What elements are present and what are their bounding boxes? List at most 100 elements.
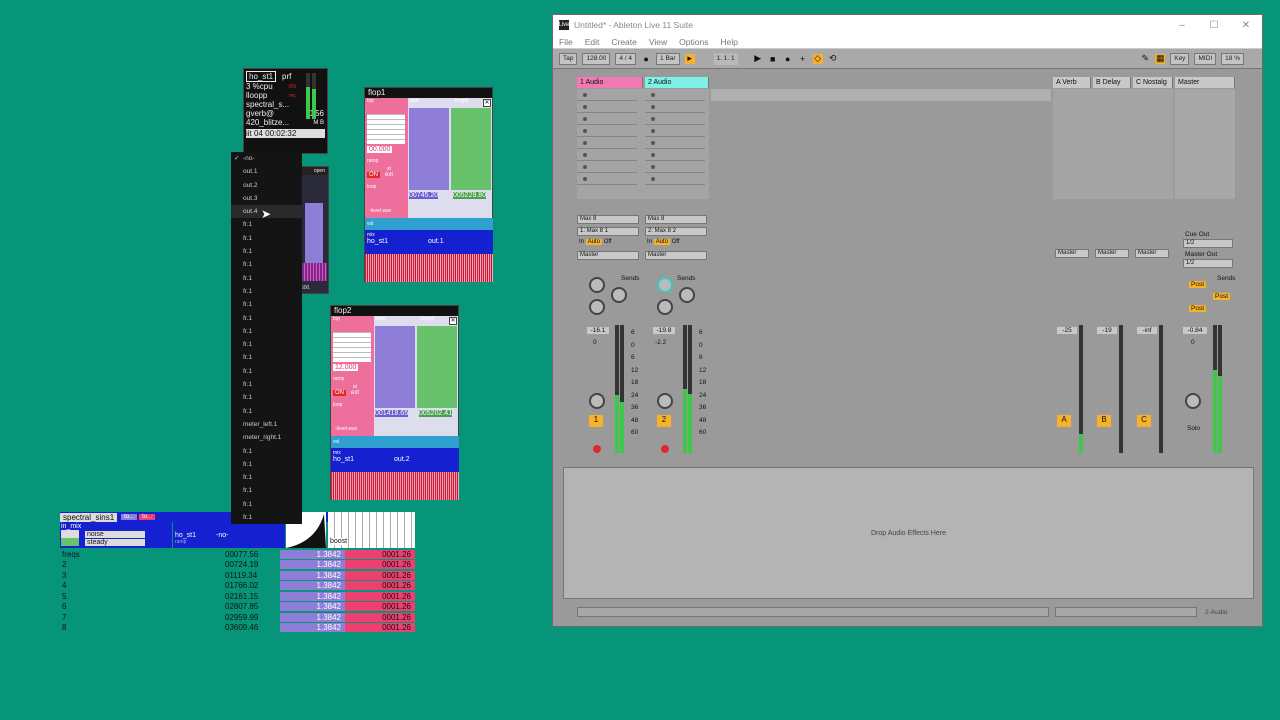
metronome-icon[interactable]: ● (641, 54, 651, 64)
cpu-toggle[interactable]: ON (289, 84, 297, 90)
input-type-select-2[interactable]: Max 8 (645, 215, 707, 224)
boost-value[interactable]: 0001.26 (345, 570, 415, 580)
clip-slot[interactable] (577, 173, 637, 185)
rec-button[interactable]: rec (289, 93, 296, 99)
horizontal-scrollbar[interactable] (577, 607, 1049, 617)
arm-button-2[interactable] (661, 445, 669, 453)
amp-value[interactable]: 1.3842 (280, 602, 345, 612)
clip-slot[interactable] (645, 149, 705, 161)
monitor-in[interactable]: In (647, 239, 652, 245)
monitor-in[interactable]: In (579, 239, 584, 245)
clip-slot[interactable] (577, 113, 637, 125)
menu-item[interactable]: fr.1 (231, 312, 302, 325)
menu-options[interactable]: Options (679, 37, 708, 47)
flop2-value[interactable]: 12.000 (333, 364, 359, 371)
amp-value[interactable]: 1.3842 (280, 623, 345, 633)
track-pan-knob-1[interactable] (589, 393, 605, 409)
track-volume-2[interactable]: -19.8 (653, 327, 675, 334)
output-select-1[interactable]: Master (577, 251, 639, 260)
master-pan-knob[interactable] (1185, 393, 1201, 409)
menu-item[interactable]: fr.1 (231, 458, 302, 471)
return-output-b[interactable]: Master (1095, 249, 1129, 258)
flop2-length-slider[interactable] (417, 326, 457, 408)
cue-out-select[interactable]: 1/2 (1183, 239, 1233, 248)
return-activator-c[interactable]: C (1137, 415, 1151, 427)
menu-item[interactable]: fr.1 (231, 511, 302, 524)
menu-item[interactable]: fr.1 (231, 298, 302, 311)
clip-slot[interactable] (577, 125, 637, 137)
clip-slot[interactable] (645, 137, 705, 149)
send-b-knob[interactable] (611, 287, 627, 303)
menu-item[interactable]: fr.1 (231, 258, 302, 271)
return-header-b[interactable]: B Delay (1093, 77, 1131, 88)
menu-item[interactable]: out.2 (231, 179, 302, 192)
flop1-grid[interactable] (367, 114, 405, 144)
detail-scrollbar[interactable] (1055, 607, 1197, 617)
input-channel-select-2[interactable]: 2: Max 8 2 (645, 227, 707, 236)
return-volume-a[interactable]: -25 (1057, 327, 1077, 334)
spectral-boost-grid[interactable]: boost (328, 512, 415, 548)
boost-value[interactable]: 0001.26 (345, 623, 415, 633)
menu-item[interactable]: meter_left.1 (231, 418, 302, 431)
boost-value[interactable]: 0001.26 (345, 602, 415, 612)
loop-icon[interactable]: ⟲ (828, 53, 838, 64)
menu-item-no[interactable]: ✓ -no- (231, 152, 302, 165)
spectral-route-select[interactable]: ho_st1 (175, 532, 196, 539)
freq-value[interactable]: 03609.46 (225, 623, 280, 632)
amp-value[interactable]: 1.3842 (280, 581, 345, 591)
monitor-auto[interactable]: Auto (585, 239, 603, 245)
track-activator-1[interactable]: 1 (589, 415, 603, 427)
record-icon[interactable]: ● (783, 54, 793, 64)
menu-item[interactable]: meter_right.1 (231, 431, 302, 444)
boost-value[interactable]: 0001.26 (345, 560, 415, 570)
amp-value[interactable]: 1.3842 (280, 591, 345, 601)
return-volume-b[interactable]: -19 (1097, 327, 1117, 334)
flop2-grid[interactable] (333, 332, 371, 362)
automation-arm-icon[interactable]: ◇ (812, 53, 823, 64)
input-type-select-1[interactable]: Max 8 (577, 215, 639, 224)
menu-item[interactable]: fr.1 (231, 245, 302, 258)
flop2-route-select[interactable]: ho_st1 (333, 456, 354, 463)
clip-slot[interactable] (645, 101, 705, 113)
freq-value[interactable]: 00724.19 (225, 560, 280, 569)
clip-slot[interactable] (577, 161, 637, 173)
post-button[interactable]: Post (1213, 293, 1231, 300)
flop2-on-toggle[interactable]: ON (333, 390, 346, 396)
clip-slot[interactable] (577, 149, 637, 161)
flop2-out-select[interactable]: out.2 (394, 456, 410, 463)
noise-toggle[interactable] (61, 530, 79, 538)
tap-button[interactable]: Tap (559, 52, 578, 65)
menu-item[interactable]: fr.1 (231, 272, 302, 285)
freq-value[interactable]: 02807.85 (225, 602, 280, 611)
send-a-knob[interactable] (589, 277, 605, 293)
tempo-field[interactable]: 128.00 (582, 52, 611, 65)
host-fader[interactable] (305, 203, 323, 263)
midi-map-button[interactable]: MIDI (1194, 52, 1217, 65)
output-select-2[interactable]: Master (645, 251, 707, 260)
monitor-auto[interactable]: Auto (653, 239, 671, 245)
monitor-off[interactable]: Off (672, 239, 680, 245)
follow-icon[interactable]: ▸ (684, 53, 695, 64)
send-c-knob[interactable] (589, 299, 605, 315)
menu-item[interactable]: fr.1 (231, 325, 302, 338)
track-header-1[interactable]: 1 Audio (577, 77, 643, 88)
menu-item[interactable]: fr.1 (231, 391, 302, 404)
menu-item[interactable]: fr.1 (231, 351, 302, 364)
spectral-no-select[interactable]: -no- (216, 532, 228, 539)
menu-item[interactable]: fr.1 (231, 232, 302, 245)
punch-icon[interactable]: ✎ (1140, 53, 1150, 64)
return-output-c[interactable]: Master (1135, 249, 1169, 258)
return-output-a[interactable]: Master (1055, 249, 1089, 258)
flop1-length-slider[interactable] (451, 108, 491, 190)
menu-help[interactable]: Help (720, 37, 737, 47)
flop2-waveform[interactable] (331, 472, 459, 500)
menu-item[interactable]: fr.1 (231, 378, 302, 391)
clip-slot[interactable] (645, 125, 705, 137)
input-channel-select-1[interactable]: 1: Max 8 1 (577, 227, 639, 236)
master-header[interactable]: Master (1175, 77, 1235, 88)
return-volume-c[interactable]: -inf (1137, 327, 1157, 334)
boost-value[interactable]: 0001.26 (345, 591, 415, 601)
clip-slot[interactable] (577, 101, 637, 113)
master-out-select[interactable]: 1/2 (1183, 259, 1233, 268)
return-activator-a[interactable]: A (1057, 415, 1071, 427)
